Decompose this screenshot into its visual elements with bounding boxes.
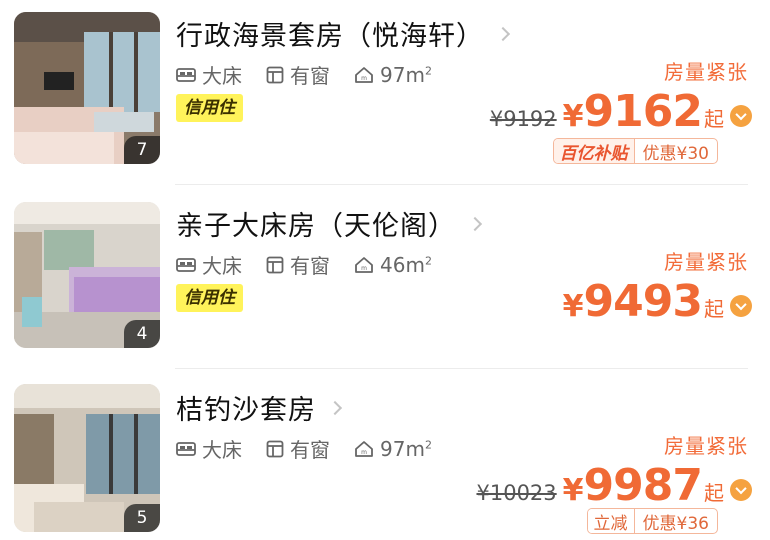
divider (175, 184, 748, 185)
house-area-icon: m (355, 256, 373, 273)
promo-badge: 百亿补贴 优惠¥30 (552, 138, 718, 164)
house-area-icon: m (355, 440, 373, 457)
room-title-link[interactable]: 亲子大床房（天伦阁） (176, 204, 483, 243)
room-photo[interactable]: 7 (14, 12, 160, 164)
photo-count: 4 (124, 320, 160, 348)
price-row[interactable]: ¥ 9493 起 (563, 276, 752, 327)
amenity-window-label: 有窗 (290, 254, 330, 278)
promo-tag: 百亿补贴 (553, 139, 635, 163)
chevron-right-icon (327, 400, 343, 415)
availability-status: 房量紧张 (664, 60, 748, 84)
window-icon (266, 66, 284, 83)
current-price: 9987 (583, 460, 703, 511)
room-title: 亲子大床房（天伦阁） (176, 211, 456, 242)
price-suffix: 起 (704, 481, 724, 505)
amenity-bed-label: 大床 (202, 438, 242, 462)
amenity-window: 有窗 (266, 434, 330, 463)
divider (175, 368, 748, 369)
room-title: 桔钓沙套房 (176, 395, 316, 426)
svg-text:m: m (361, 449, 367, 456)
room-card[interactable]: 7 行政海景套房（悦海轩） 大床 有窗 m 97m2 信用住 房量紧张 ¥919… (0, 0, 770, 182)
amenity-window: 有窗 (266, 60, 330, 89)
amenity-area: m 46m2 (354, 253, 432, 277)
amenity-area: m 97m2 (354, 63, 432, 87)
price-suffix: 起 (704, 107, 724, 131)
room-photo[interactable]: 4 (14, 202, 160, 348)
availability-status: 房量紧张 (664, 250, 748, 274)
amenity-window-label: 有窗 (290, 438, 330, 462)
room-photo[interactable]: 5 (14, 384, 160, 532)
currency-symbol: ¥ (562, 289, 584, 324)
svg-text:m: m (361, 265, 367, 272)
promo-badge: 立减 优惠¥36 (586, 508, 718, 534)
amenity-bed-label: 大床 (202, 64, 242, 88)
photo-count: 7 (124, 136, 160, 164)
amenity-area-label: 46m2 (380, 252, 432, 277)
room-card[interactable]: 4 亲子大床房（天伦阁） 大床 有窗 m 46m2 信用住 房量紧张 ¥ 949… (0, 190, 770, 366)
original-price: ¥10023 (476, 481, 557, 505)
current-price: 9162 (583, 86, 703, 137)
price-suffix: 起 (704, 297, 724, 321)
promo-discount: 优惠¥36 (642, 513, 709, 534)
currency-symbol: ¥ (562, 99, 584, 134)
promo-discount: 优惠¥30 (642, 143, 709, 164)
bed-icon (176, 257, 196, 272)
chevron-down-circle-icon[interactable] (730, 104, 752, 127)
credit-stay-badge: 信用住 (176, 94, 243, 122)
amenity-bed: 大床 (176, 250, 242, 279)
amenity-bed-label: 大床 (202, 254, 242, 278)
room-title-link[interactable]: 行政海景套房（悦海轩） (176, 14, 511, 53)
amenity-area: m 97m2 (354, 437, 432, 461)
amenity-window: 有窗 (266, 250, 330, 279)
photo-count: 5 (124, 504, 160, 532)
amenity-area-label: 97m2 (380, 436, 432, 461)
amenity-bed: 大床 (176, 434, 242, 463)
amenities: 大床 有窗 m 97m2 (176, 434, 456, 463)
amenities: 大床 有窗 m 46m2 (176, 250, 456, 279)
room-title: 行政海景套房（悦海轩） (176, 21, 484, 52)
room-title-link[interactable]: 桔钓沙套房 (176, 388, 343, 427)
chevron-right-icon (467, 216, 483, 231)
original-price: ¥9192 (489, 107, 557, 131)
price-row[interactable]: ¥10023 ¥ 9987 起 (476, 460, 752, 511)
amenity-window-label: 有窗 (290, 64, 330, 88)
bed-icon (176, 67, 196, 82)
promo-tag: 立减 (587, 509, 635, 533)
chevron-down-circle-icon[interactable] (730, 294, 752, 317)
availability-status: 房量紧张 (664, 434, 748, 458)
price-row[interactable]: ¥9192 ¥ 9162 起 (490, 86, 752, 137)
chevron-down-circle-icon[interactable] (730, 478, 752, 501)
svg-text:m: m (361, 75, 367, 82)
credit-stay-badge: 信用住 (176, 284, 243, 312)
current-price: 9493 (583, 276, 703, 327)
window-icon (266, 440, 284, 457)
house-area-icon: m (355, 66, 373, 83)
amenity-area-label: 97m2 (380, 62, 432, 87)
amenity-bed: 大床 (176, 60, 242, 89)
chevron-right-icon (495, 26, 511, 41)
amenities: 大床 有窗 m 97m2 (176, 60, 456, 89)
bed-icon (176, 441, 196, 456)
window-icon (266, 256, 284, 273)
currency-symbol: ¥ (562, 473, 584, 508)
room-card[interactable]: 5 桔钓沙套房 大床 有窗 m 97m2 房量紧张 ¥10023 ¥ 9987 … (0, 374, 770, 540)
